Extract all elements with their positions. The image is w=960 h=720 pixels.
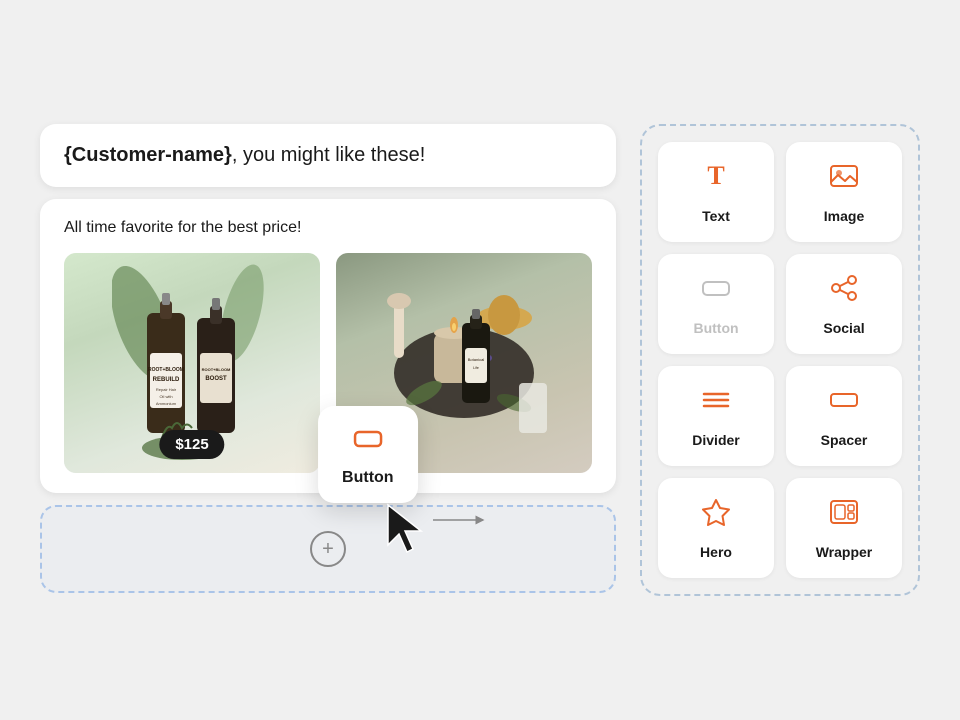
button-icon — [700, 272, 732, 310]
widget-wrapper-label: Wrapper — [816, 544, 873, 560]
svg-text:Oil with: Oil with — [159, 394, 172, 399]
wrapper-icon — [828, 496, 860, 534]
button-widget-label: Button — [342, 469, 394, 487]
image-icon — [828, 160, 860, 198]
widget-image-label: Image — [824, 208, 864, 224]
svg-text:ROOT+BLOOM: ROOT+BLOOM — [202, 367, 231, 372]
widget-divider[interactable]: Divider — [658, 366, 774, 466]
drop-zone[interactable]: + — [40, 505, 616, 593]
price-badge: $125 — [159, 430, 224, 459]
widget-button[interactable]: Button — [658, 254, 774, 354]
svg-text:Ammonium: Ammonium — [156, 401, 177, 406]
svg-text:ROOT+BLOOM: ROOT+BLOOM — [148, 367, 184, 373]
spacer-icon — [828, 384, 860, 422]
widget-divider-label: Divider — [692, 432, 739, 448]
floating-button-widget[interactable]: Button — [318, 406, 418, 503]
svg-text:T: T — [707, 161, 724, 190]
header-card: {Customer-name}, you might like these! — [40, 124, 616, 187]
left-panel: {Customer-name}, you might like these! A… — [40, 124, 616, 593]
svg-text:Life: Life — [473, 366, 479, 370]
widget-social-label: Social — [823, 320, 864, 336]
widget-spacer-label: Spacer — [821, 432, 868, 448]
widget-hero-label: Hero — [700, 544, 732, 560]
widget-image[interactable]: Image — [786, 142, 902, 242]
widget-hero[interactable]: Hero — [658, 478, 774, 578]
divider-icon — [700, 384, 732, 422]
button-widget-icon — [352, 422, 384, 461]
widget-wrapper[interactable]: Wrapper — [786, 478, 902, 578]
widget-text-label: Text — [702, 208, 730, 224]
widget-button-label: Button — [693, 320, 738, 336]
widget-social[interactable]: Social — [786, 254, 902, 354]
svg-text:Botanical: Botanical — [468, 357, 485, 362]
cursor-arrow — [383, 500, 433, 565]
widget-text[interactable]: T Text — [658, 142, 774, 242]
svg-text:Repair Hair: Repair Hair — [156, 387, 177, 392]
add-icon: + — [322, 538, 334, 561]
text-icon: T — [700, 160, 732, 198]
header-text-regular: , you might like these! — [232, 144, 425, 166]
svg-text:BOOST: BOOST — [205, 376, 227, 382]
add-block-button[interactable]: + — [310, 531, 346, 567]
customer-name-placeholder: {Customer-name} — [64, 144, 232, 166]
main-container: {Customer-name}, you might like these! A… — [0, 84, 960, 636]
widget-spacer[interactable]: Spacer — [786, 366, 902, 466]
header-text: {Customer-name}, you might like these! — [64, 144, 592, 167]
widget-grid: T Text Image Button — [640, 124, 920, 596]
product-card-1: ROOT+BLOOM REBUILD Repair Hair Oil with … — [64, 253, 320, 473]
hero-icon — [700, 496, 732, 534]
arrow-indicator — [433, 510, 493, 535]
subtitle: All time favorite for the best price! — [64, 219, 592, 237]
social-icon — [828, 272, 860, 310]
svg-text:REBUILD: REBUILD — [153, 377, 180, 383]
